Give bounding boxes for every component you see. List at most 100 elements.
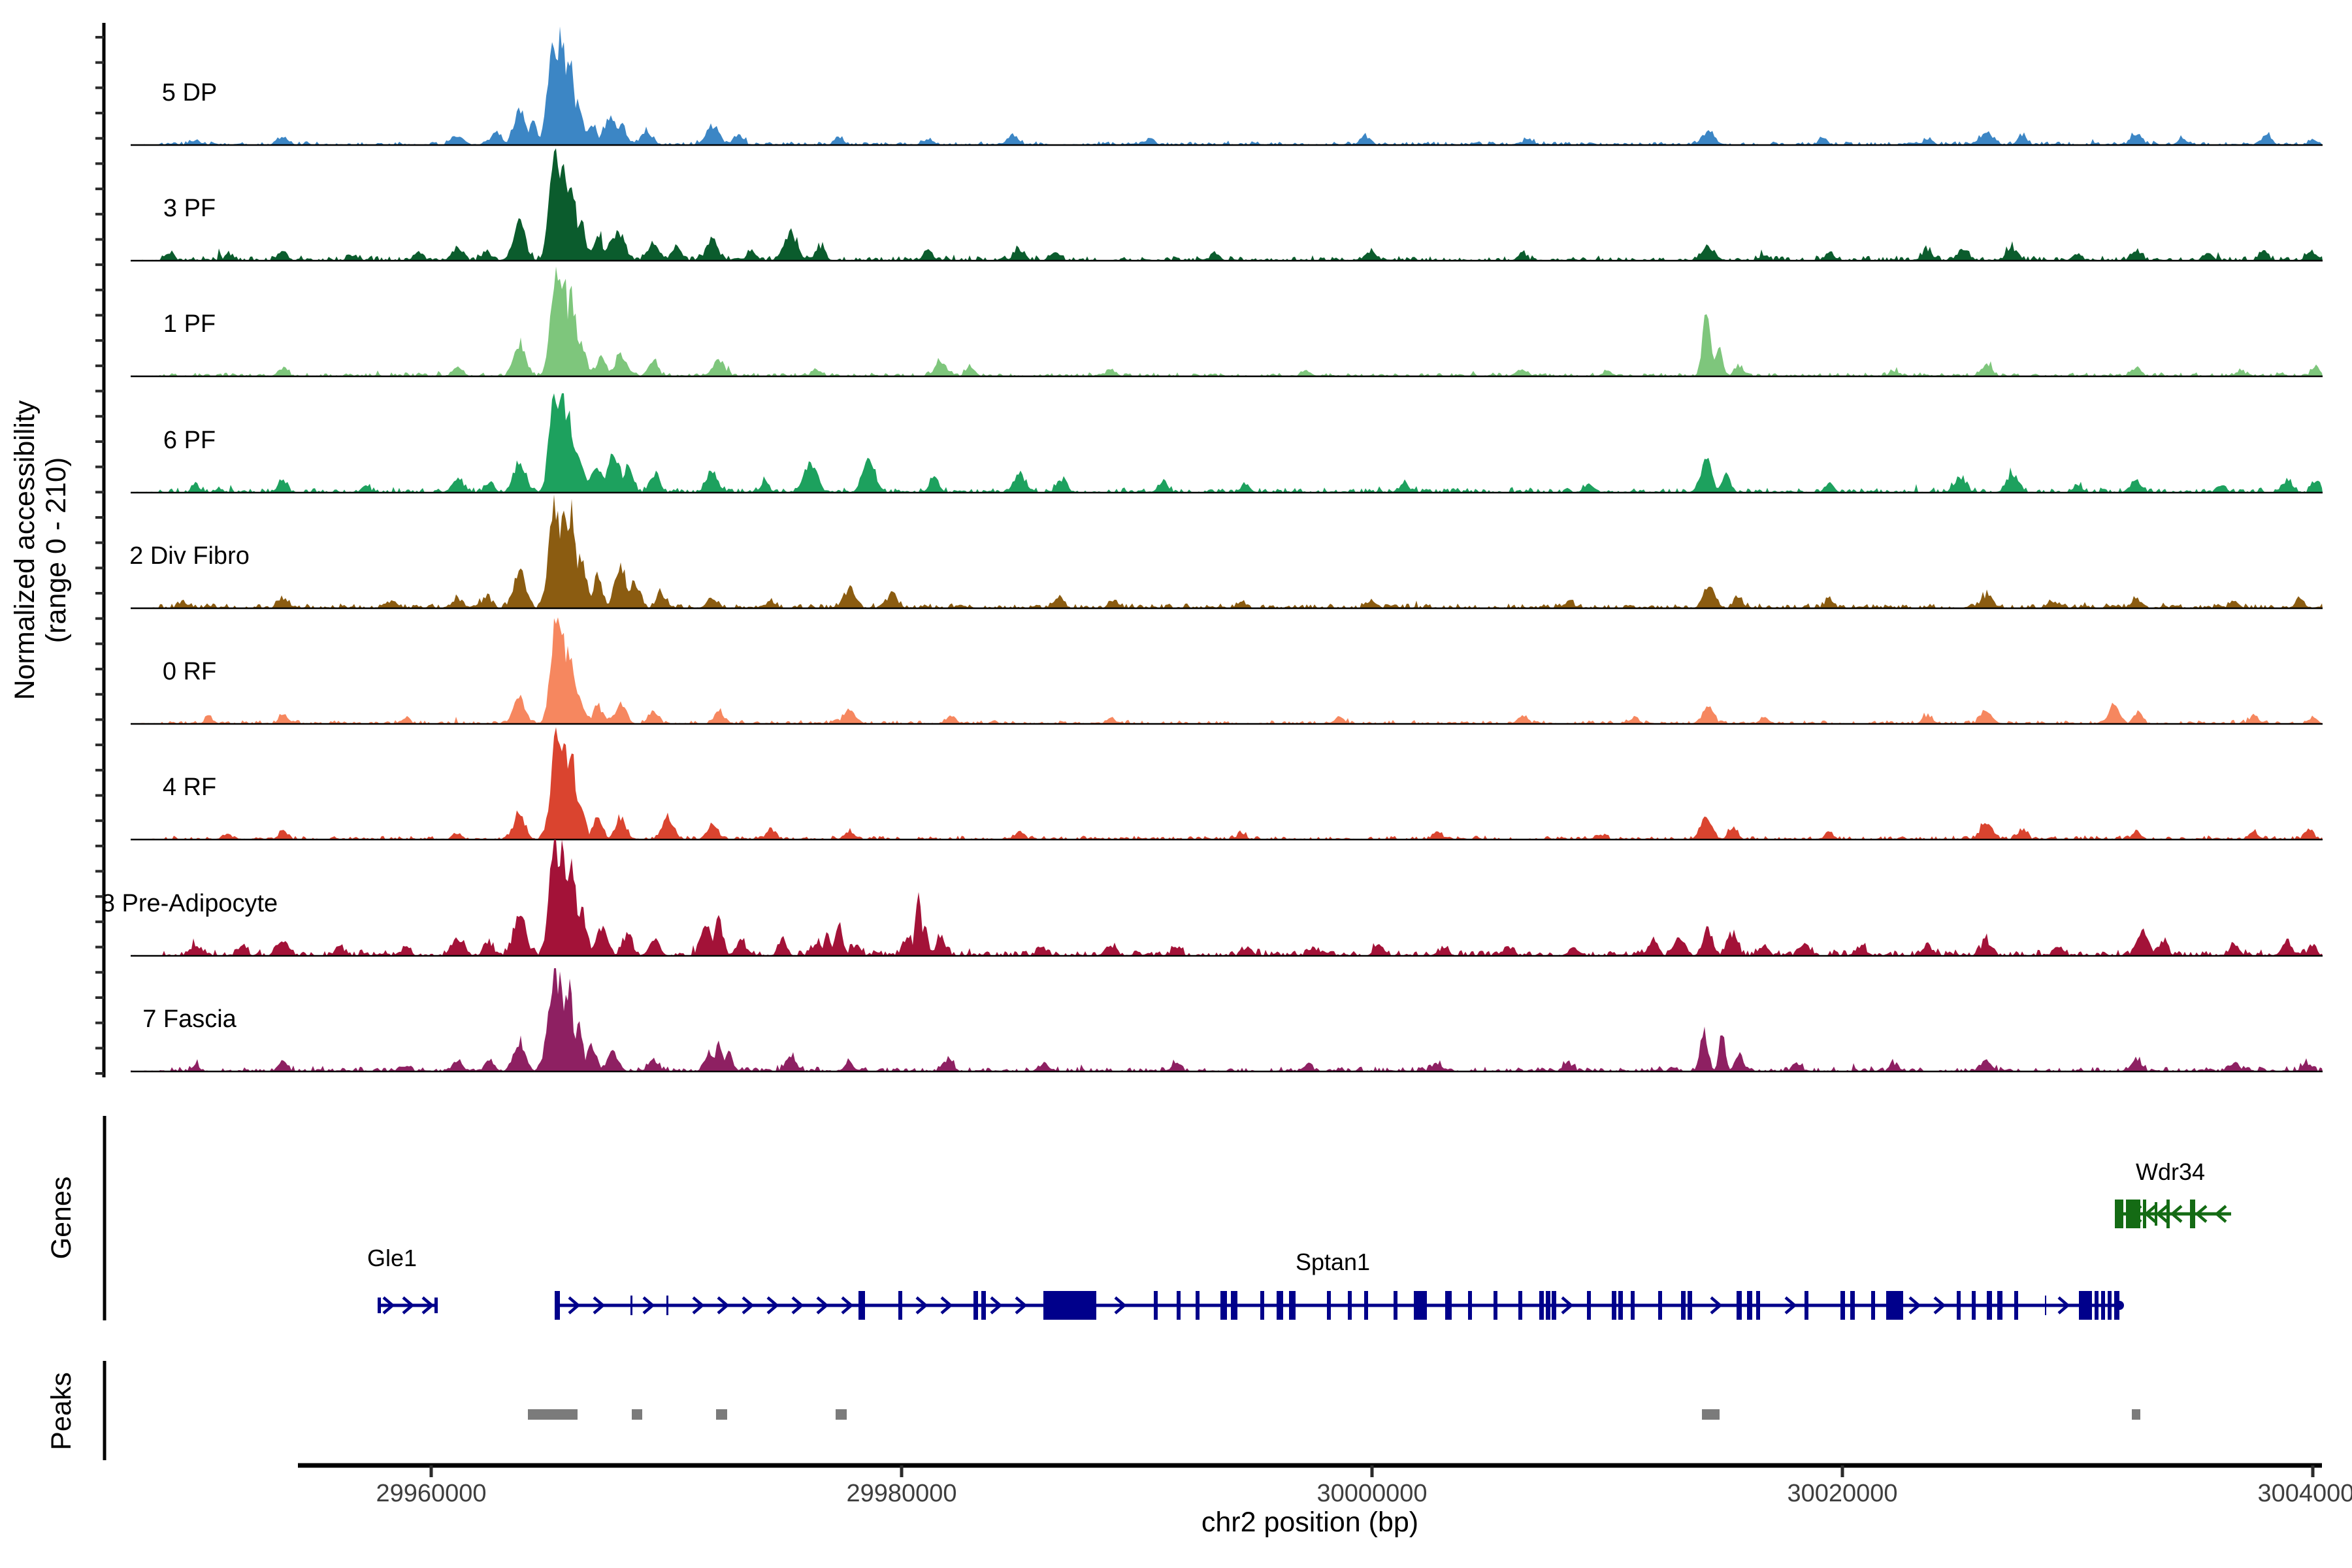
gene-exon [2101, 1291, 2105, 1320]
gene-exon [1348, 1291, 1352, 1320]
signal-track-5-dp: 5 DP [131, 27, 2323, 146]
gene-exon [666, 1296, 668, 1315]
gene-exon [1957, 1291, 1961, 1320]
gene-exon [1840, 1291, 1845, 1320]
gene-exon [1658, 1291, 1662, 1320]
x-axis-title: chr2 position (bp) [1201, 1507, 1418, 1538]
x-axis-tick-label: 29980000 [846, 1480, 956, 1507]
gene-exon [1688, 1291, 1692, 1320]
gene-exon [1987, 1291, 1992, 1320]
gene-exon [1220, 1291, 1227, 1320]
signal-track-8-pre-adipocyte: 8 Pre-Adipocyte [101, 840, 2323, 956]
gene-exon [1850, 1291, 1855, 1320]
track-label-3-pf: 3 PF [163, 195, 216, 222]
signal-track-0-rf: 0 RF [131, 617, 2323, 724]
gene-exon [1154, 1291, 1158, 1320]
x-axis: 29960000 29980000 30000000 30020000 30040000 [298, 1465, 2352, 1507]
signal-area-5-dp [131, 27, 2323, 146]
peak-region-box [836, 1409, 847, 1420]
track-label-0-rf: 0 RF [163, 658, 216, 685]
signal-area-0-rf [131, 617, 2323, 724]
gene-exon [1364, 1291, 1368, 1320]
peak-region-box [2132, 1409, 2140, 1420]
gene-label-wdr34: Wdr34 [2136, 1158, 2205, 1185]
x-axis-tick-label: 30000000 [1316, 1480, 1427, 1507]
track-label-5-dp: 5 DP [162, 79, 217, 106]
gene-exon [2190, 1200, 2195, 1228]
peaks-track [105, 1361, 2140, 1460]
signal-area-1-pf [131, 267, 2323, 376]
gene-exon [973, 1291, 978, 1320]
accessibility-tracks: 5 DP3 PF1 PF6 PF2 Div Fibro0 RF4 RF8 Pre… [101, 27, 2323, 1072]
signal-track-2-div-fibro: 2 Div Fibro [129, 495, 2323, 608]
gene-exon [2014, 1291, 2018, 1320]
signal-track-1-pf: 1 PF [131, 267, 2323, 376]
gene-exon [1612, 1291, 1616, 1320]
gene-exon [1277, 1291, 1283, 1320]
gene-exon [1539, 1291, 1544, 1320]
gene-exon [1394, 1291, 1397, 1320]
gene-end-cap [2115, 1301, 2124, 1310]
gene-exon [1231, 1291, 1237, 1320]
gene-wdr34: Wdr34 [2115, 1158, 2231, 1228]
gene-exon [378, 1298, 381, 1313]
gene-exon [2079, 1291, 2092, 1320]
gene-exon [1414, 1291, 1427, 1320]
peak-region-box [632, 1409, 642, 1420]
genes-track: Gle1 Sptan1 Wdr34 [105, 1116, 2231, 1320]
signal-track-3-pf: 3 PF [131, 148, 2323, 261]
gene-exon [1289, 1291, 1296, 1320]
gene-exon [1871, 1291, 1875, 1320]
gene-exon [2166, 1200, 2170, 1228]
signal-area-4-rf [131, 727, 2323, 840]
track-label-4-rf: 4 RF [163, 774, 216, 801]
gene-exon [1177, 1291, 1181, 1320]
gene-exon [2095, 1291, 2099, 1320]
track-label-1-pf: 1 PF [163, 310, 216, 338]
x-axis-tick-label: 29960000 [376, 1480, 486, 1507]
y-axis-label-line2: (range 0 - 210) [41, 457, 72, 643]
y-axis-label-line1: Normalized accessibility [9, 400, 41, 700]
signal-track-4-rf: 4 RF [131, 727, 2323, 840]
gene-exon [2115, 1200, 2123, 1228]
gene-exon [858, 1291, 865, 1320]
gene-exon [1587, 1291, 1591, 1320]
signal-area-3-pf [131, 148, 2323, 261]
gene-exon [981, 1291, 986, 1320]
x-axis-tick-label: 30040000 [2257, 1480, 2352, 1507]
x-axis-tick-label: 30020000 [1787, 1480, 1897, 1507]
gene-exon [1196, 1291, 1200, 1320]
peak-region-box [528, 1409, 578, 1420]
gene-exon [1552, 1291, 1556, 1320]
gene-exon [1468, 1291, 1472, 1320]
gene-sptan1: Sptan1 [555, 1249, 2124, 1320]
gene-exon [1546, 1291, 1550, 1320]
gene-exon [1997, 1291, 2002, 1320]
gene-exon [2108, 1291, 2112, 1320]
gene-gle1: Gle1 [367, 1245, 438, 1313]
gene-exon [1805, 1291, 1808, 1320]
signal-area-8-pre-adipocyte [131, 840, 2323, 956]
gene-exon [898, 1291, 902, 1320]
peak-region-box [716, 1409, 727, 1420]
gene-label-sptan1: Sptan1 [1296, 1249, 1370, 1275]
gene-exon [1618, 1291, 1623, 1320]
genome-browser-figure: Normalized accessibility (range 0 - 210)… [0, 0, 2352, 1568]
gene-exon [1972, 1291, 1976, 1320]
gene-exon [1631, 1291, 1635, 1320]
y-axis [95, 23, 104, 1077]
gene-exon [1494, 1291, 1497, 1320]
gene-exon [1747, 1291, 1752, 1320]
gene-exon [1260, 1291, 1264, 1320]
gene-exon [1737, 1291, 1742, 1320]
gene-exon [1886, 1291, 1903, 1320]
gene-exon [630, 1296, 632, 1315]
gene-exon [434, 1298, 438, 1313]
gene-exon [1518, 1291, 1522, 1320]
gene-exon [1327, 1291, 1331, 1320]
track-label-7-fascia: 7 Fascia [142, 1005, 237, 1033]
signal-track-7-fascia: 7 Fascia [131, 968, 2323, 1071]
peaks-section-label: Peaks [46, 1372, 77, 1450]
gene-exon [1681, 1291, 1686, 1320]
gene-exon [2045, 1296, 2046, 1315]
